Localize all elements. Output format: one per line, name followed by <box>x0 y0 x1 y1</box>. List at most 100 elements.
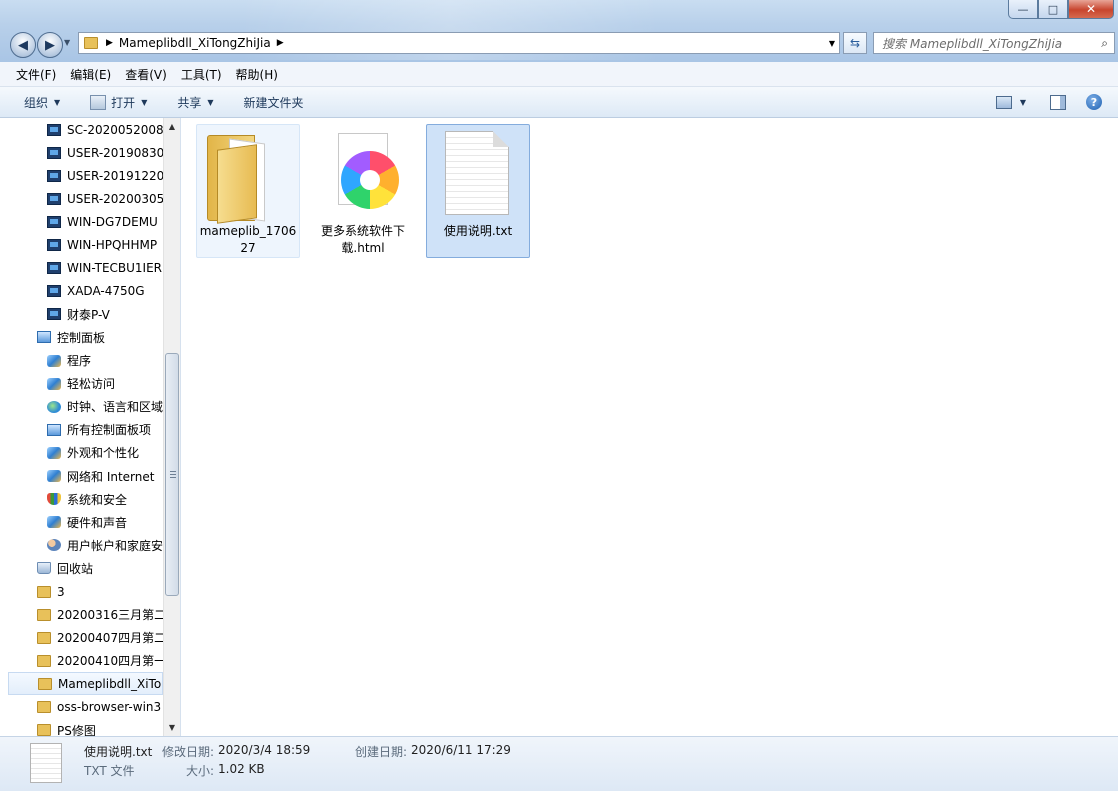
file-list: mameplib_170627 更多系统软件下载.html 使用说明.txt <box>181 118 1118 736</box>
address-dropdown-icon[interactable]: ▼ <box>829 39 835 48</box>
change-view-icon[interactable] <box>995 95 1012 109</box>
nav-item-label: 所有控制面板项 <box>67 423 152 438</box>
nav-item-label: 网络和 Internet <box>67 469 155 484</box>
details-pane: 使用说明.txt 修改日期: 2020/3/4 18:59 创建日期: 2020… <box>0 736 1118 791</box>
nav-item[interactable]: 系统和安全 <box>47 488 180 511</box>
details-size-value: 1.02 KB <box>218 762 265 776</box>
open-button[interactable]: 打开 ▼ <box>90 94 147 111</box>
search-icon[interactable]: ⌕ <box>1101 36 1108 51</box>
menu-view[interactable]: 查看(V) <box>125 66 167 83</box>
file-item-folder[interactable]: mameplib_170627 <box>196 124 300 258</box>
new-folder-button[interactable]: 新建文件夹 <box>244 94 304 111</box>
back-button[interactable]: ◀ <box>10 32 36 58</box>
file-item-html[interactable]: 更多系统软件下载.html <box>311 124 415 258</box>
nav-item[interactable]: SC-20200520083 <box>47 118 180 141</box>
menu-file[interactable]: 文件(F) <box>16 66 56 83</box>
folder-icon <box>38 677 52 690</box>
nav-item-label: 控制面板 <box>57 330 106 345</box>
share-button[interactable]: 共享 ▼ <box>177 94 213 111</box>
nav-item[interactable]: 回收站 <box>37 557 180 580</box>
breadcrumb-path[interactable]: Mameplibdll_XiTongZhiJia <box>119 36 271 50</box>
nav-item[interactable]: USER-20190830I <box>47 141 180 164</box>
control-panel-icon <box>37 331 51 344</box>
nav-item-label: 用户帐户和家庭安 <box>67 538 164 553</box>
minimize-button[interactable]: — <box>1008 0 1038 19</box>
nav-item-label: 20200410四月第一 <box>57 654 167 669</box>
nav-item[interactable]: 20200407四月第二 <box>37 626 180 649</box>
computer-icon <box>47 123 61 136</box>
open-label: 打开 <box>111 95 136 110</box>
nav-item[interactable]: WIN-DG7DEMU <box>47 210 180 233</box>
organize-button[interactable]: 组织 ▼ <box>24 94 60 111</box>
folder-icon <box>84 37 98 49</box>
nav-item-label: 20200407四月第二 <box>57 631 167 646</box>
nav-item[interactable]: 财泰P-V <box>47 303 180 326</box>
html-file-icon <box>338 133 399 209</box>
nav-item[interactable]: USER-20191220I <box>47 164 180 187</box>
file-name: 使用说明.txt <box>443 224 513 238</box>
nav-item-label: XADA-4750G <box>67 284 145 299</box>
nav-item[interactable]: XADA-4750G <box>47 280 180 303</box>
nav-item[interactable]: 所有控制面板项 <box>47 418 180 441</box>
nav-item[interactable]: 硬件和声音 <box>47 511 180 534</box>
search-input[interactable]: 搜索 Mameplibdll_XiTongZhiJia ⌕ <box>873 32 1115 54</box>
explorer-window: — □ ✕ ◀ ▶ ▼ ▶ Mameplibdll_XiTongZhiJia ▶… <box>0 0 1118 791</box>
scroll-up-icon[interactable]: ▲ <box>164 118 180 135</box>
nav-item[interactable]: 控制面板 <box>37 326 180 349</box>
nav-item[interactable]: WIN-HPQHHMP <box>47 234 180 257</box>
nav-item-label: 回收站 <box>57 561 94 576</box>
nav-item[interactable]: 3 <box>37 580 180 603</box>
nav-item[interactable]: 时钟、语言和区域 <box>47 395 180 418</box>
nav-item[interactable]: 外观和个性化 <box>47 441 180 464</box>
nav-item[interactable]: 20200316三月第二 <box>37 603 180 626</box>
nav-item[interactable]: 用户帐户和家庭安 <box>47 534 180 557</box>
nav-item[interactable]: WIN-TECBU1IER <box>47 257 180 280</box>
forward-button[interactable]: ▶ <box>37 32 63 58</box>
close-button[interactable]: ✕ <box>1068 0 1114 19</box>
breadcrumb-chevron-icon[interactable]: ▶ <box>277 38 284 48</box>
preview-pane-icon[interactable] <box>1050 94 1066 110</box>
nav-item-label: oss-browser-win3 <box>57 700 162 714</box>
nav-item-label: 程序 <box>67 354 92 368</box>
folder-icon <box>207 131 269 224</box>
folder-icon <box>37 654 51 667</box>
nav-scrollbar[interactable]: ▲ ▼ <box>163 118 180 736</box>
folder-icon <box>37 608 51 621</box>
folder-icon <box>37 701 51 713</box>
nav-item-label: USER-20191220I <box>67 168 168 183</box>
nav-item[interactable]: 轻松访问 <box>47 372 180 395</box>
view-dropdown-icon[interactable]: ▼ <box>1020 98 1026 107</box>
nav-item[interactable]: PS修图 <box>37 719 180 736</box>
navigation-pane: PS修图 oss-browser-win3 Mameplibdll_XiTo 2020… <box>0 118 181 736</box>
menu-edit[interactable]: 编辑(E) <box>70 66 111 83</box>
scroll-thumb[interactable] <box>165 353 179 596</box>
menu-help[interactable]: 帮助(H) <box>236 66 278 83</box>
text-file-icon <box>30 743 62 783</box>
address-bar[interactable]: ▶ Mameplibdll_XiTongZhiJia ▶ ▼ <box>78 32 840 54</box>
nav-item[interactable]: 网络和 Internet <box>47 465 180 488</box>
search-placeholder: 搜索 Mameplibdll_XiTongZhiJia <box>882 36 1063 51</box>
nav-item[interactable]: 20200410四月第一 <box>37 649 180 672</box>
menu-tools[interactable]: 工具(T) <box>181 66 222 83</box>
chevron-down-icon: ▼ <box>207 97 214 107</box>
globe-clock-icon <box>47 400 61 413</box>
maximize-button[interactable]: □ <box>1038 0 1068 19</box>
arrow-right-icon: ▶ <box>45 37 55 53</box>
nav-item[interactable]: USER-20200305I <box>47 187 180 210</box>
computer-icon <box>47 285 61 298</box>
refresh-button[interactable]: ⇆ <box>843 32 867 54</box>
computer-icon <box>47 192 61 205</box>
file-item-txt[interactable]: 使用说明.txt <box>426 124 530 258</box>
details-type: TXT 文件 <box>84 764 135 778</box>
nav-item[interactable]: oss-browser-win3 <box>37 696 180 719</box>
chevron-down-icon: ▼ <box>141 97 148 107</box>
share-label: 共享 <box>177 95 202 110</box>
nav-item[interactable]: Mameplibdll_XiTo <box>8 672 163 696</box>
nav-item[interactable]: 程序 <box>47 349 180 372</box>
scroll-down-icon[interactable]: ▼ <box>164 719 180 736</box>
appearance-icon <box>47 446 61 459</box>
help-icon[interactable]: ? <box>1086 94 1102 110</box>
recent-pages-dropdown[interactable]: ▼ <box>64 38 70 47</box>
breadcrumb-chevron-icon[interactable]: ▶ <box>106 38 113 48</box>
text-file-icon <box>445 131 509 215</box>
